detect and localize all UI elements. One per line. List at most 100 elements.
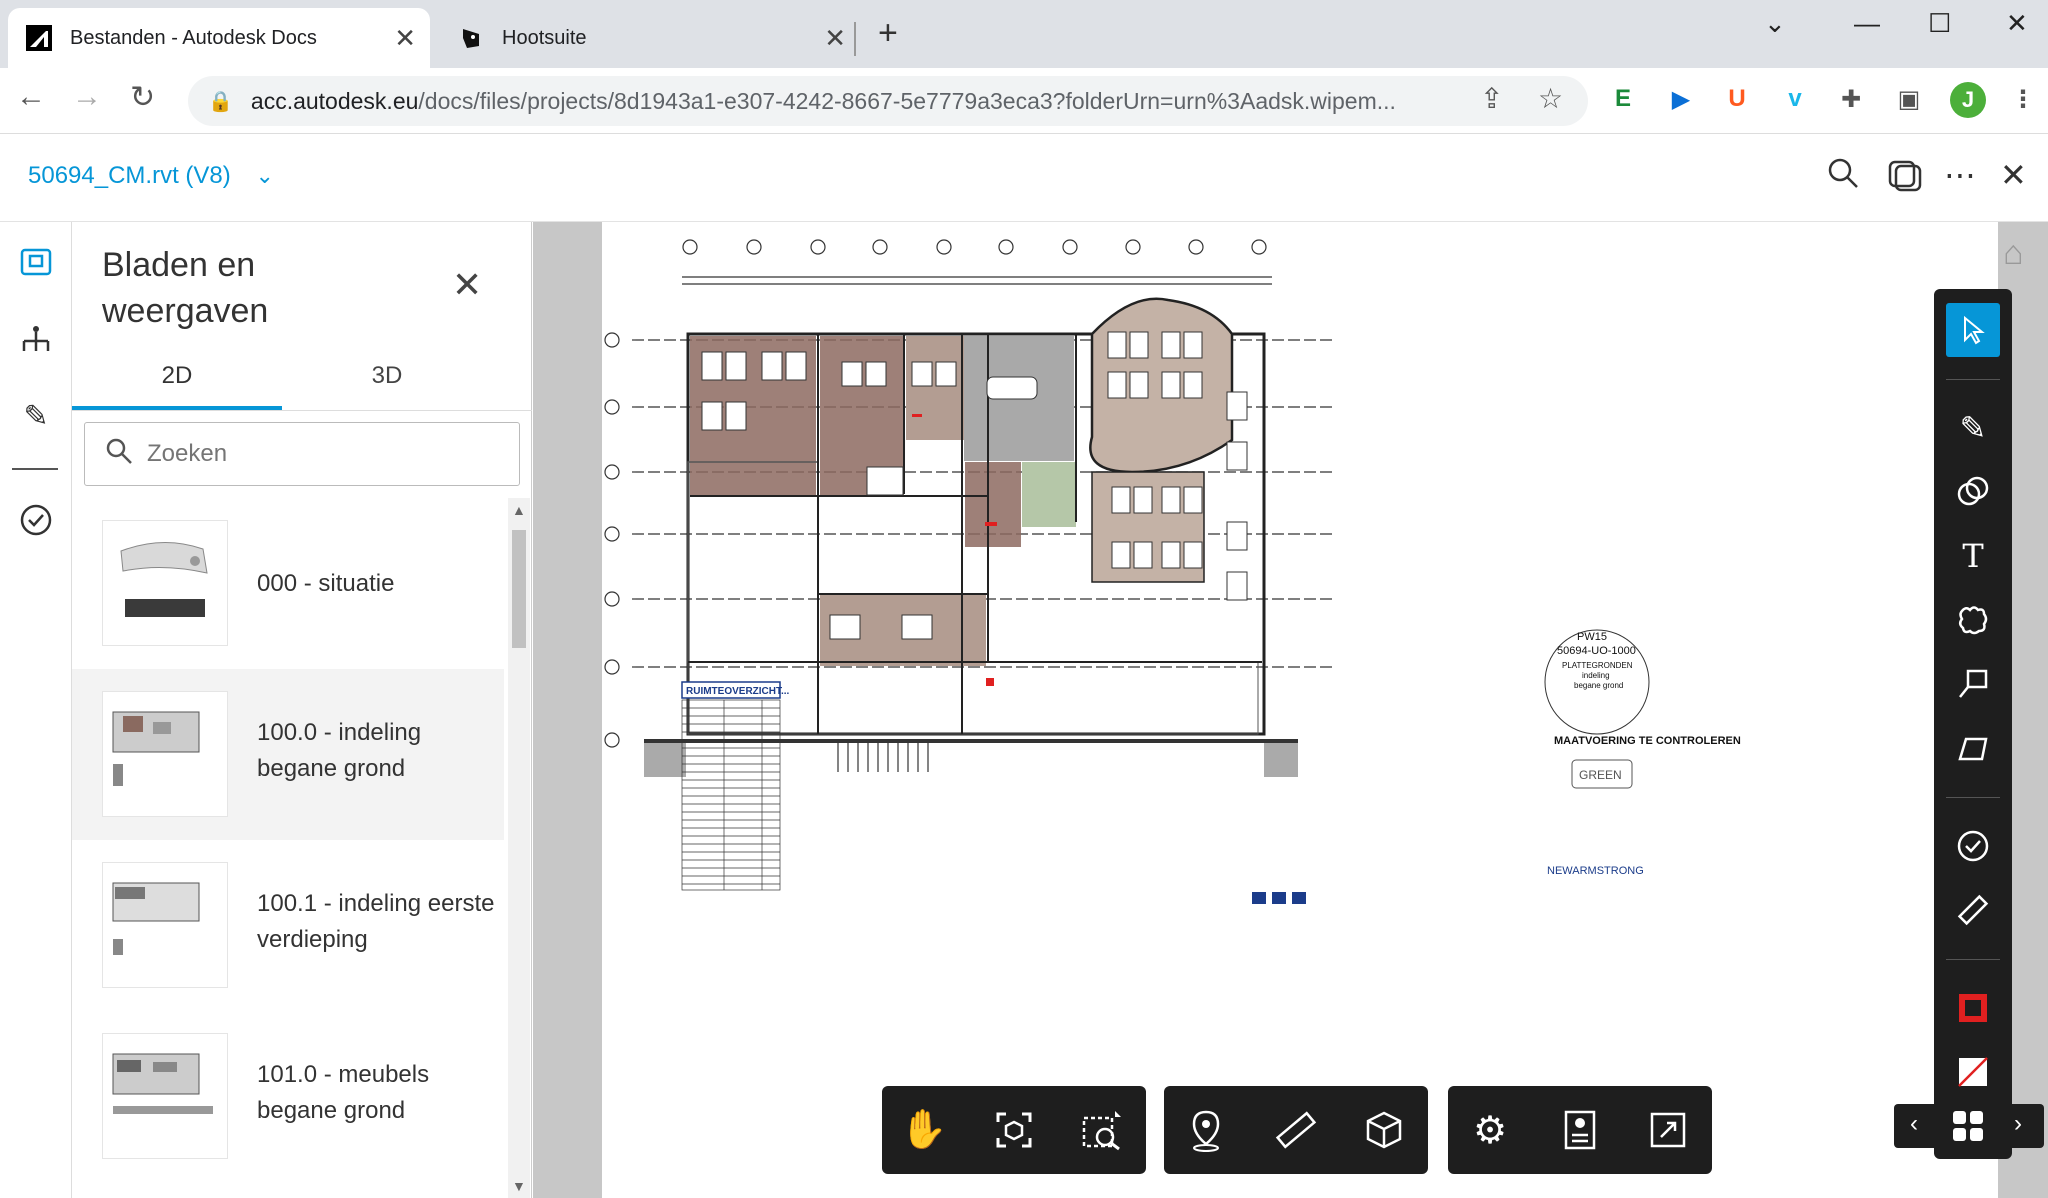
location-pin-icon[interactable] (1178, 1102, 1234, 1158)
stamp-line: PW15 (1577, 631, 1607, 643)
zoom-window-icon[interactable] (1074, 1102, 1130, 1158)
gear-icon[interactable]: ⚙ (1462, 1102, 1518, 1158)
green-badge: GREEN (1579, 768, 1622, 782)
floor-plan-drawing: RUIMTEOVERZICHT... PW15 50694-UO-1000 PL… (604, 239, 1741, 904)
model-browser-icon[interactable] (14, 318, 58, 362)
panel-title: Bladen en weergaven (102, 246, 269, 330)
close-icon[interactable]: ✕ (394, 23, 416, 54)
measure-ruler-icon[interactable] (1268, 1102, 1324, 1158)
compare-icon[interactable] (1886, 156, 1924, 202)
extension-media-icon[interactable]: ▶ (1666, 84, 1696, 114)
new-tab-button[interactable]: + (878, 14, 898, 53)
cube-3d-icon[interactable] (1356, 1102, 1412, 1158)
close-icon[interactable]: ✕ (452, 264, 482, 306)
sheet-label: 000 - situatie (257, 570, 395, 597)
scrollbar[interactable]: ▲ ▼ (508, 498, 530, 1198)
tab-title: Hootsuite (502, 26, 587, 49)
markup-pen-icon[interactable]: ✎ (14, 394, 58, 438)
stamp-line: indeling (1582, 671, 1610, 680)
search-icon[interactable] (1826, 156, 1860, 198)
puzzle-icon[interactable]: ✚ (1836, 84, 1866, 114)
list-item[interactable]: 100.1 - indeling eerste verdieping (72, 840, 504, 1011)
search-input[interactable] (147, 440, 507, 468)
pan-hand-icon[interactable]: ✋ (896, 1102, 952, 1158)
home-icon[interactable]: ⌂ (2003, 234, 2024, 273)
fit-view-icon[interactable] (986, 1102, 1042, 1158)
lock-icon: 🔒 (208, 90, 233, 113)
file-version: (V8) (185, 162, 231, 189)
avatar[interactable]: J (1950, 82, 1986, 118)
grid-view-icon[interactable] (1950, 1108, 1986, 1149)
tab-hootsuite[interactable]: Hootsuite ✕ (440, 8, 860, 68)
browser-toolbar: ← → ↻ 🔒 acc.autodesk.eu/docs/files/proje… (0, 68, 2048, 134)
tab-divider (72, 410, 532, 411)
scroll-thumb[interactable] (512, 530, 526, 648)
freehand-pen-icon[interactable]: ✎ (1946, 401, 2000, 455)
hootsuite-owl-icon (458, 25, 484, 51)
viewer-canvas[interactable]: RUIMTEOVERZICHT... PW15 50694-UO-1000 PL… (533, 222, 2048, 1198)
more-options-icon[interactable]: ⋯ (1944, 156, 1976, 194)
issues-check-icon[interactable] (14, 498, 58, 542)
tab-3d[interactable]: 3D (282, 362, 492, 390)
scroll-up-icon[interactable]: ▲ (512, 502, 526, 518)
chevron-right-icon[interactable]: › (2014, 1110, 2022, 1138)
extension-u-icon[interactable]: U (1722, 84, 1752, 114)
fill-none-icon[interactable] (1946, 1045, 2000, 1099)
chevron-left-icon[interactable]: ‹ (1910, 1110, 1918, 1138)
properties-icon[interactable] (1552, 1102, 1608, 1158)
tab-2d[interactable]: 2D (72, 362, 282, 390)
sheet-label: 100.1 - indeling eerste verdieping (257, 890, 495, 953)
sheet-label: 101.0 - meubels begane grond (257, 1061, 430, 1124)
url-path: /docs/files/projects/8d1943a1-e307-4242-… (418, 87, 1396, 114)
url-host: acc.autodesk.eu (250, 87, 419, 114)
cloud-markup-icon[interactable] (1946, 593, 2000, 647)
list-item[interactable]: 000 - situatie (72, 498, 504, 669)
chevron-down-icon[interactable]: ⌄ (255, 163, 273, 188)
left-rail: ✎ (0, 222, 72, 1198)
extension-vimeo-icon[interactable]: v (1780, 84, 1810, 114)
polygon-icon[interactable] (1946, 721, 2000, 775)
close-viewer-icon[interactable]: ✕ (2000, 156, 2027, 194)
shapes-icon[interactable] (1946, 465, 2000, 519)
sheet-label: 100.0 - indeling begane grond (257, 719, 422, 782)
reload-icon[interactable]: ↻ (130, 80, 155, 115)
share-icon[interactable]: ⇪ (1480, 82, 1503, 115)
kebab-menu-icon[interactable]: ⋮ (2008, 84, 2038, 114)
maatvoering-note: MAATVOERING TE CONTROLEREN (1554, 735, 1741, 747)
autodesk-icon (26, 25, 52, 51)
text-tool-icon[interactable]: T (1946, 529, 2000, 583)
list-item[interactable]: 100.0 - indeling begane grond (72, 669, 504, 840)
tab-autodesk-docs[interactable]: Bestanden - Autodesk Docs ✕ (8, 8, 430, 68)
measure-ruler-icon[interactable] (1946, 883, 2000, 937)
minimize-icon[interactable]: — (1854, 8, 1880, 39)
forward-arrow-icon[interactable]: → (72, 80, 102, 114)
search-box[interactable] (84, 422, 520, 486)
drawing-sheet: RUIMTEOVERZICHT... PW15 50694-UO-1000 PL… (602, 222, 1998, 1198)
file-title[interactable]: 50694_CM.rvt (V8) ⌄ (28, 162, 274, 190)
sidepanel-icon[interactable]: ▣ (1894, 84, 1924, 114)
extension-e-icon[interactable]: E (1608, 84, 1638, 114)
schedule-title: RUIMTEOVERZICHT... (686, 686, 790, 697)
star-icon[interactable]: ☆ (1538, 82, 1563, 115)
stroke-color-icon[interactable] (1946, 981, 2000, 1035)
select-cursor-icon[interactable] (1946, 303, 2000, 357)
sheet-thumbnail (102, 520, 228, 646)
window-close-icon[interactable]: ✕ (2006, 8, 2028, 39)
maximize-icon[interactable]: ☐ (1928, 8, 1951, 39)
stamp-line: PLATTEGRONDEN (1562, 661, 1633, 670)
markup-toolbar: ✎ T (1934, 289, 2012, 1159)
viewer-header: 50694_CM.rvt (V8) ⌄ ⋯ ✕ (0, 134, 2048, 222)
sheet-thumbnail (102, 862, 228, 988)
fullscreen-icon[interactable] (1640, 1102, 1696, 1158)
callout-icon[interactable] (1946, 657, 2000, 711)
close-icon[interactable]: ✕ (824, 23, 846, 54)
issue-check-icon[interactable] (1946, 819, 2000, 873)
sheet-list: 000 - situatie 100.0 - indeling begane g… (72, 498, 504, 1198)
address-bar[interactable]: 🔒 acc.autodesk.eu/docs/files/projects/8d… (188, 76, 1588, 126)
sheets-views-icon[interactable] (14, 240, 58, 284)
list-item[interactable]: 101.0 - meubels begane grond (72, 1011, 504, 1182)
scroll-down-icon[interactable]: ▼ (512, 1178, 526, 1194)
chevron-down-icon[interactable]: ⌄ (1764, 8, 1786, 39)
tab-title: Bestanden - Autodesk Docs (70, 26, 317, 49)
back-arrow-icon[interactable]: ← (16, 80, 46, 114)
